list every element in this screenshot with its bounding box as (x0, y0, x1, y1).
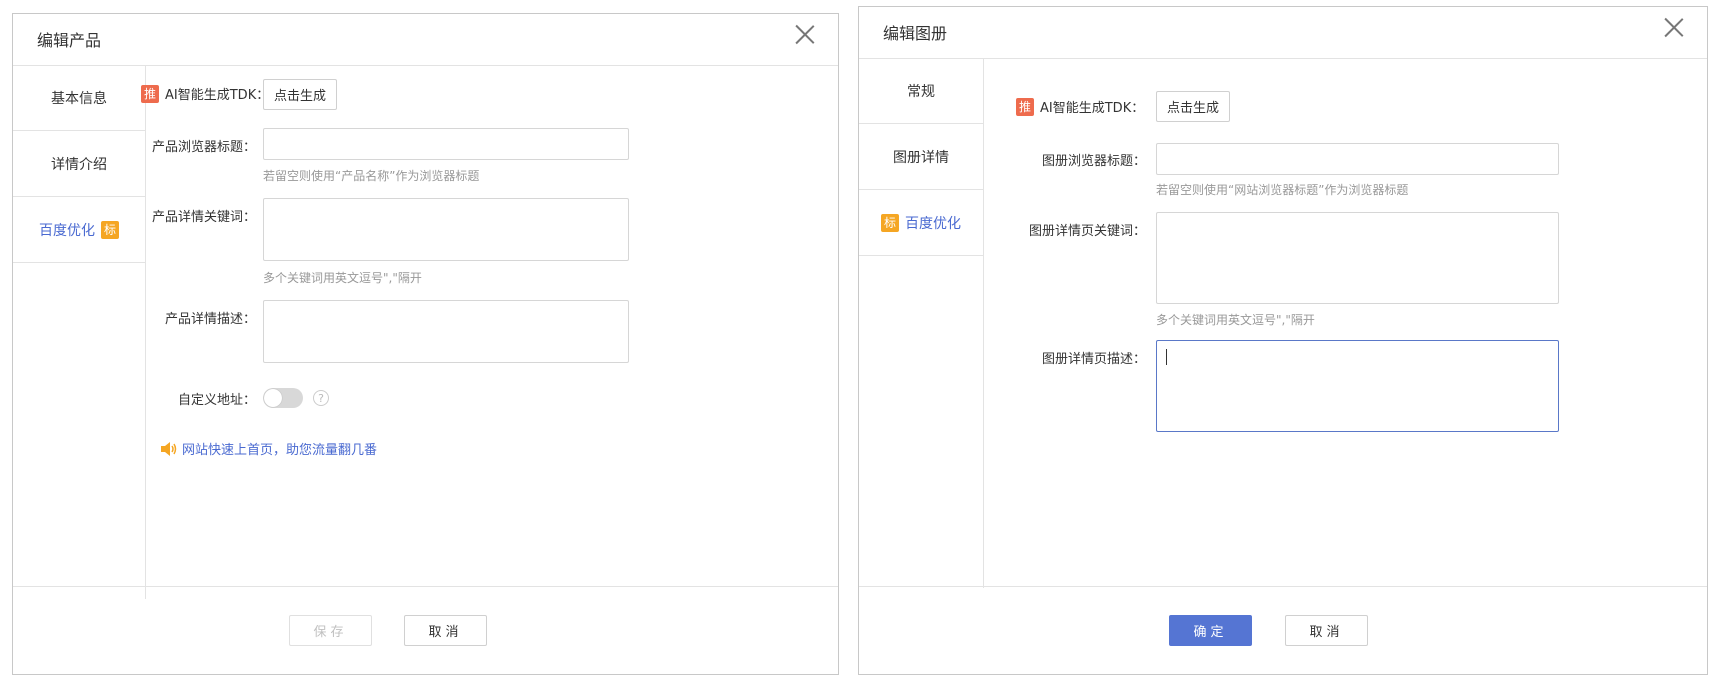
sidebar: 常规 图册详情 标 百度优化 (859, 58, 984, 588)
close-icon[interactable] (794, 24, 816, 46)
edit-album-dialog: 编辑图册 常规 图册详情 标 百度优化 推 AI智能生成TDK： 点击生成 图册… (858, 6, 1708, 675)
sidebar-item-label: 图册详情 (893, 149, 949, 166)
sidebar-item-general[interactable]: 常规 (859, 58, 983, 124)
recommend-badge: 推 (1016, 97, 1035, 116)
dialog-title: 编辑产品 (37, 31, 102, 50)
sidebar-item-label: 常规 (907, 83, 935, 100)
description-textarea[interactable] (1156, 340, 1559, 432)
dialog-title: 编辑图册 (883, 24, 948, 43)
keywords-label: 图册详情页关键词： (1028, 224, 1146, 239)
sidebar-item-label: 百度优化 (905, 215, 961, 232)
dialog-footer: 保存 取消 (13, 586, 838, 674)
sidebar-item-label: 详情介绍 (51, 156, 107, 173)
save-button[interactable]: 保存 (289, 615, 372, 646)
keywords-hint: 多个关键词用英文逗号","隔开 (263, 271, 422, 285)
ai-tdk-label-group: 推 AI智能生成TDK： (1016, 97, 1144, 116)
sidebar-item-baidu-seo[interactable]: 标 百度优化 (859, 190, 983, 256)
dialog-header: 编辑产品 (13, 14, 838, 66)
browser-title-input[interactable] (263, 128, 629, 160)
tag-badge: 标 (880, 213, 899, 232)
generate-tdk-button[interactable]: 点击生成 (263, 79, 337, 110)
browser-title-input[interactable] (1156, 143, 1559, 175)
toggle-knob (264, 389, 282, 407)
sidebar-item-baidu-seo[interactable]: 百度优化 标 (13, 197, 145, 263)
sidebar-item-album-detail[interactable]: 图册详情 (859, 124, 983, 190)
sidebar: 基本信息 详情介绍 百度优化 标 (13, 65, 146, 599)
promo-text: 网站快速上首页，助您流量翻几番 (182, 443, 378, 458)
sidebar-item-basic-info[interactable]: 基本信息 (13, 65, 145, 131)
keywords-textarea[interactable] (1156, 212, 1559, 304)
keywords-label: 产品详情关键词： (151, 210, 256, 225)
description-label: 图册详情页描述： (1041, 352, 1146, 367)
dialog-header: 编辑图册 (859, 7, 1707, 59)
edit-product-dialog: 编辑产品 基本信息 详情介绍 百度优化 标 推 AI智能生成TDK： 点击生成 … (12, 13, 839, 675)
description-label: 产品详情描述： (164, 312, 256, 327)
browser-title-label: 产品浏览器标题： (151, 140, 256, 155)
browser-title-hint: 若留空则使用“网站浏览器标题”作为浏览器标题 (1156, 183, 1409, 197)
sidebar-item-detail-intro[interactable]: 详情介绍 (13, 131, 145, 197)
custom-url-toggle[interactable] (263, 388, 303, 408)
generate-tdk-button[interactable]: 点击生成 (1156, 91, 1230, 122)
confirm-button[interactable]: 确定 (1169, 615, 1252, 646)
promo-link[interactable]: 网站快速上首页，助您流量翻几番 (160, 439, 377, 458)
keywords-textarea[interactable] (263, 198, 629, 261)
cancel-button[interactable]: 取消 (1285, 615, 1368, 646)
description-textarea[interactable] (263, 300, 629, 363)
speaker-icon (161, 441, 177, 456)
ai-tdk-label: AI智能生成TDK： (165, 88, 270, 103)
text-cursor (1166, 349, 1167, 365)
dialog-footer: 确定 取消 (859, 586, 1707, 674)
sidebar-item-label: 百度优化 (38, 222, 95, 239)
help-icon[interactable]: ? (313, 390, 329, 406)
sidebar-item-label: 基本信息 (51, 90, 107, 107)
browser-title-hint: 若留空则使用“产品名称”作为浏览器标题 (263, 169, 480, 183)
custom-url-label: 自定义地址： (177, 393, 256, 408)
browser-title-label: 图册浏览器标题： (1041, 154, 1146, 169)
tag-badge: 标 (100, 220, 119, 239)
recommend-badge: 推 (141, 84, 160, 103)
close-icon[interactable] (1663, 17, 1685, 39)
keywords-hint: 多个关键词用英文逗号","隔开 (1156, 313, 1315, 327)
cancel-button[interactable]: 取消 (404, 615, 487, 646)
ai-tdk-label: AI智能生成TDK： (1040, 101, 1145, 116)
ai-tdk-label-group: 推 AI智能生成TDK： (141, 84, 269, 103)
